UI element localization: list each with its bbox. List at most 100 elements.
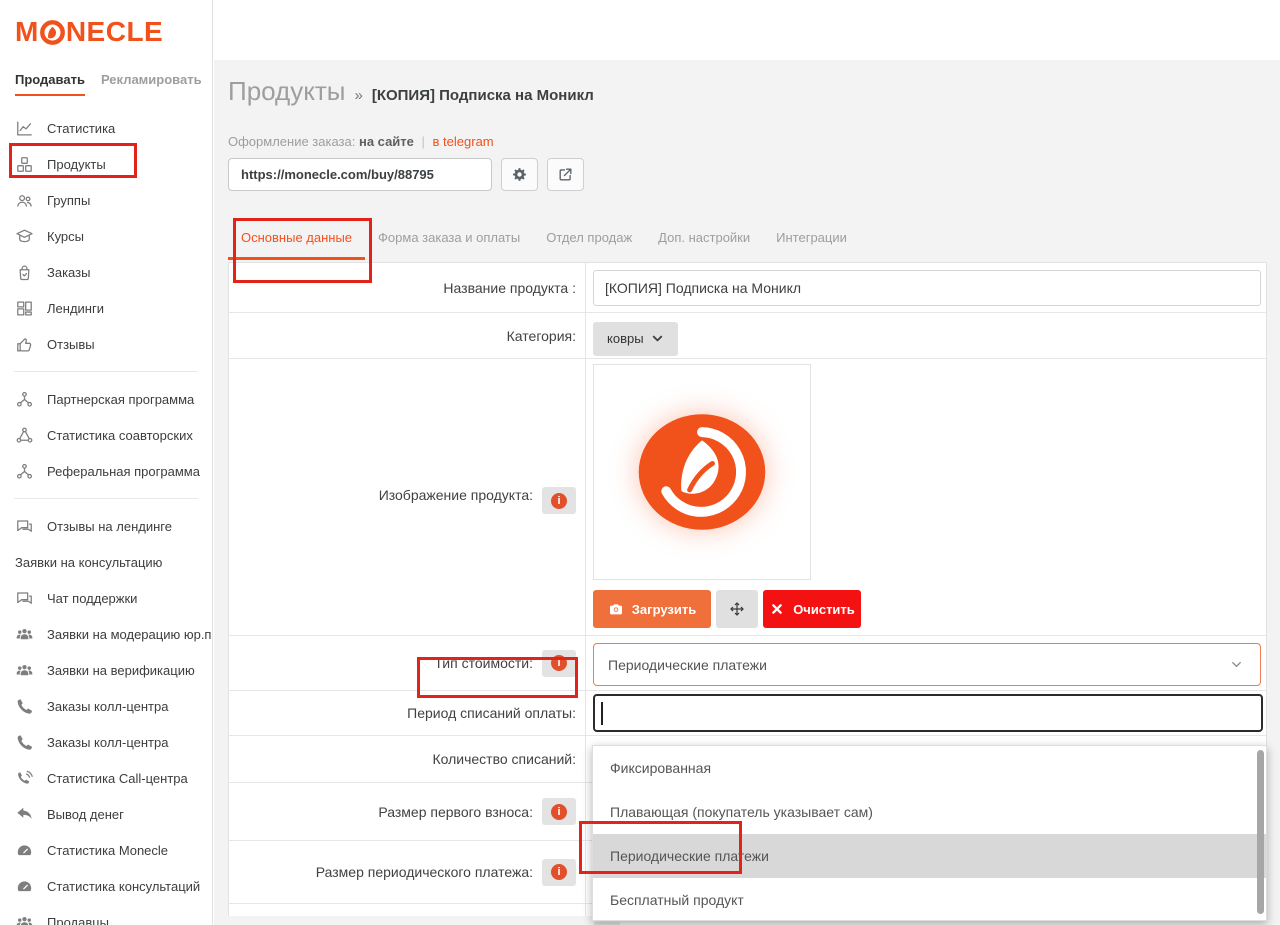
camera-icon bbox=[608, 601, 624, 617]
shopping-bag-icon bbox=[15, 263, 34, 282]
sidebar-item[interactable]: Вывод денег bbox=[0, 796, 212, 832]
sidebar-item[interactable]: Заказы bbox=[0, 254, 212, 290]
product-image-preview bbox=[593, 364, 811, 580]
first-payment-label: Размер первого взноса: bbox=[378, 804, 533, 820]
dropdown-option[interactable]: Бесплатный продукт bbox=[593, 878, 1266, 921]
url-settings-button[interactable] bbox=[501, 158, 538, 191]
info-icon[interactable]: i bbox=[542, 859, 576, 886]
dropdown-scrollbar[interactable] bbox=[1257, 750, 1264, 914]
sidebar-item[interactable]: Заявки на модерацию юр.п bbox=[0, 616, 212, 652]
sidebar-item[interactable]: Заказы колл-центра bbox=[0, 724, 212, 760]
sidebar-item[interactable]: Заявки на верификацию bbox=[0, 652, 212, 688]
reply-arrow-icon bbox=[15, 805, 34, 824]
sidebar: M NECLE Продавать Рекламировать Статистик… bbox=[0, 0, 213, 925]
monecle-logo[interactable]: M NECLE bbox=[0, 0, 212, 48]
layout-icon bbox=[15, 299, 34, 318]
sidebar-menu: Статистика Продукты Группы Курсы Заказы Ленди… bbox=[0, 96, 212, 925]
sidebar-item-label: Группы bbox=[47, 193, 90, 208]
open-url-button[interactable] bbox=[547, 158, 584, 191]
graduation-cap-icon bbox=[15, 227, 34, 246]
product-name-input[interactable] bbox=[593, 270, 1261, 306]
tab[interactable]: Форма заказа и оплаты bbox=[365, 224, 533, 260]
sidebar-item-label: Чат поддержки bbox=[47, 591, 137, 606]
monecle-leaf-icon bbox=[40, 20, 65, 45]
product-image-label: Изображение продукта: bbox=[379, 487, 533, 503]
sidebar-item[interactable]: Статистика bbox=[0, 110, 212, 146]
upload-label: Загрузить bbox=[632, 602, 696, 617]
tab[interactable]: Интеграции bbox=[763, 224, 860, 260]
form-row-product-name: Название продукта : bbox=[229, 263, 1266, 313]
sidebar-item-label: Статистика bbox=[47, 121, 115, 136]
category-select-button[interactable]: ковры bbox=[593, 322, 678, 356]
sidebar-item[interactable]: Курсы bbox=[0, 218, 212, 254]
price-type-select[interactable]: Периодические платежи bbox=[593, 643, 1261, 686]
sidebar-item-label: Курсы bbox=[47, 229, 84, 244]
sidebar-item-label: Отзывы на лендинге bbox=[47, 519, 172, 534]
main-area: Продукты » [КОПИЯ] Подписка на Моникл Оф… bbox=[214, 0, 1280, 925]
sidebar-item-label: Заказы колл-центра bbox=[47, 699, 168, 714]
sidebar-item[interactable]: Статистика Call-центра bbox=[0, 760, 212, 796]
phone-icon bbox=[15, 733, 34, 752]
sidebar-tab[interactable]: Рекламировать bbox=[101, 72, 202, 96]
sidebar-item[interactable]: Отзывы на лендинге bbox=[0, 508, 212, 544]
order-format-label: Оформление заказа: bbox=[228, 134, 355, 149]
users-filled-icon bbox=[15, 625, 34, 644]
info-icon[interactable]: i bbox=[542, 798, 576, 825]
product-name-label: Название продукта : bbox=[443, 280, 576, 296]
tab[interactable]: Основные данные bbox=[228, 224, 365, 260]
users-filled-icon bbox=[15, 913, 34, 925]
breadcrumb-separator: » bbox=[354, 87, 362, 104]
sidebar-item[interactable]: Лендинги bbox=[0, 290, 212, 326]
logo-text-suffix: NECLE bbox=[66, 16, 163, 48]
content-area: Продукты » [КОПИЯ] Подписка на Моникл Оф… bbox=[214, 60, 1280, 925]
breadcrumb-parent[interactable]: Продукты bbox=[228, 76, 345, 107]
clear-image-button[interactable]: Очистить bbox=[763, 590, 861, 628]
info-icon[interactable]: i bbox=[542, 650, 576, 677]
order-divider: | bbox=[422, 134, 425, 149]
upload-image-button[interactable]: Загрузить bbox=[593, 590, 711, 628]
sidebar-item[interactable]: Отзывы bbox=[0, 326, 212, 362]
sidebar-item-label: Продавцы bbox=[47, 915, 109, 925]
sidebar-item[interactable]: Группы bbox=[0, 182, 212, 218]
dropdown-search-input[interactable] bbox=[593, 694, 1263, 732]
sidebar-item[interactable]: Заявки на консультацию bbox=[0, 544, 212, 580]
line-chart-icon bbox=[15, 119, 34, 138]
reposition-image-button[interactable] bbox=[716, 590, 758, 628]
sidebar-item[interactable]: Статистика Monecle bbox=[0, 832, 212, 868]
sidebar-tab[interactable]: Продавать bbox=[15, 72, 85, 96]
charge-count-label: Количество списаний: bbox=[432, 751, 576, 767]
sidebar-item[interactable]: Чат поддержки bbox=[0, 580, 212, 616]
sidebar-item[interactable]: Реферальная программа bbox=[0, 453, 212, 489]
tab[interactable]: Доп. настройки bbox=[645, 224, 763, 260]
sidebar-item-label: Лендинги bbox=[47, 301, 104, 316]
thumbs-up-icon bbox=[15, 335, 34, 354]
info-icon[interactable]: i bbox=[542, 487, 576, 514]
dropdown-option[interactable]: Фиксированная bbox=[593, 746, 1266, 790]
dropdown-option[interactable]: Периодические платежи bbox=[593, 834, 1266, 878]
dropdown-option[interactable]: Плавающая (покупатель указывает сам) bbox=[593, 790, 1266, 834]
external-link-icon bbox=[557, 166, 574, 183]
top-strip bbox=[214, 0, 1280, 60]
sidebar-item-label: Отзывы bbox=[47, 337, 95, 352]
order-on-site-link[interactable]: на сайте bbox=[359, 134, 414, 149]
order-telegram-link[interactable]: в telegram bbox=[433, 134, 494, 149]
sidebar-item[interactable]: Статистика соавторских bbox=[0, 417, 212, 453]
form-row-payment-period: Период списаний оплаты: bbox=[229, 691, 1266, 736]
network-icon bbox=[15, 462, 34, 481]
sidebar-item[interactable]: Статистика консультаций bbox=[0, 868, 212, 904]
sidebar-item[interactable]: Заказы колл-центра bbox=[0, 688, 212, 724]
tab[interactable]: Отдел продаж bbox=[533, 224, 645, 260]
sidebar-item[interactable]: Продавцы bbox=[0, 904, 212, 925]
chevron-down-icon bbox=[1229, 657, 1244, 672]
sidebar-item[interactable]: Партнерская программа bbox=[0, 381, 212, 417]
sidebar-item-label: Вывод денег bbox=[47, 807, 124, 822]
recurring-payment-label: Размер периодического платежа: bbox=[316, 864, 533, 880]
product-logo-image bbox=[630, 406, 774, 538]
sidebar-item[interactable]: Продукты bbox=[0, 146, 212, 182]
clear-x-icon bbox=[769, 601, 785, 617]
product-url-input[interactable] bbox=[228, 158, 492, 191]
sidebar-item-label: Статистика Monecle bbox=[47, 843, 168, 858]
comments-icon bbox=[15, 589, 34, 608]
clear-label: Очистить bbox=[793, 602, 855, 617]
form-row-category: Категория: ковры bbox=[229, 313, 1266, 359]
